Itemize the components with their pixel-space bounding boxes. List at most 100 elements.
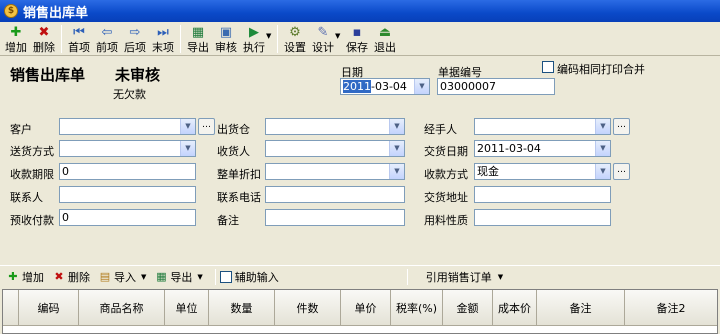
chevron-down-icon[interactable]: ▼ — [389, 141, 404, 156]
add-icon: ✚ — [10, 25, 22, 40]
material-nature-field[interactable] — [474, 209, 611, 226]
grid-header-code[interactable]: 编码 — [19, 290, 79, 325]
grid-header-unit[interactable]: 单位 — [165, 290, 209, 325]
audit-status: 未审核 — [115, 66, 161, 84]
header-form: 销售出库单 未审核 无欠款 日期 2011-03-04 ▼ 单据编号 03000… — [0, 57, 720, 264]
delivery-date-value: 2011-03-04 — [477, 142, 541, 155]
delivery-address-label: 交货地址 — [424, 191, 468, 204]
export-button[interactable]: ▦ 导出 — [184, 22, 212, 55]
export-icon: ▦ — [191, 25, 205, 40]
audit-label: 审核 — [215, 41, 237, 54]
receiver-combo[interactable]: ▼ — [265, 140, 405, 157]
toolbar-separator — [180, 25, 181, 53]
merge-print-label: 编码相同打印合并 — [557, 63, 645, 76]
delete-button[interactable]: ✖ 删除 — [30, 22, 58, 55]
grid-header-remark2[interactable]: 备注2 — [625, 290, 717, 325]
customer-label: 客户 — [10, 123, 32, 136]
grid-header-cost-price[interactable]: 成本价 — [493, 290, 537, 325]
chevron-down-icon[interactable]: ▼ — [595, 119, 610, 134]
settings-icon: ⚙ — [289, 25, 301, 40]
add-button[interactable]: ✚ 增加 — [2, 22, 30, 55]
delete-label: 删除 — [33, 41, 55, 54]
chevron-down-icon[interactable]: ▼ — [389, 119, 404, 134]
ref-sales-order-label: 引用销售订单 — [425, 270, 492, 284]
chevron-down-icon[interactable]: ▼ — [595, 164, 610, 179]
first-label: 首项 — [68, 41, 90, 54]
grid-header-tax-rate[interactable]: 税率(%) — [391, 290, 443, 325]
grid-header-unit-price[interactable]: 单价 — [341, 290, 391, 325]
chevron-down-icon[interactable]: ▼ — [414, 79, 429, 94]
save-button[interactable]: ▪ 保存 — [343, 22, 371, 55]
grid-header-product-name[interactable]: 商品名称 — [79, 290, 165, 325]
prev-button[interactable]: ⇦ 前项 — [93, 22, 121, 55]
warehouse-label: 出货仓 — [217, 123, 250, 136]
assist-input-toggle[interactable]: 辅助输入 — [219, 269, 279, 285]
last-button[interactable]: ⏭ 末项 — [149, 22, 177, 55]
design-icon: ✎ — [317, 25, 329, 40]
save-label: 保存 — [346, 41, 368, 54]
discount-combo[interactable]: ▼ — [265, 163, 405, 180]
design-dropdown-icon[interactable]: ▼ — [335, 22, 343, 40]
grid-header-indicator — [3, 290, 19, 325]
detail-import-button[interactable]: ▤ 导入 ▼ — [98, 269, 147, 285]
detail-add-label: 增加 — [22, 270, 44, 284]
delivery-date-picker[interactable]: 2011-03-04 ▼ — [474, 140, 611, 157]
remark-field[interactable] — [265, 209, 405, 226]
chevron-down-icon[interactable]: ▼ — [180, 119, 195, 134]
design-button[interactable]: ✎ 设计 — [309, 22, 337, 55]
detail-toolbar: ✚ 增加 ✖ 删除 ▤ 导入 ▼ ▦ 导出 ▼ 辅助输入 引用销售订单 ▼ — [0, 265, 720, 287]
grid-header-amount[interactable]: 金额 — [443, 290, 493, 325]
customer-combo[interactable]: ▼ — [59, 118, 196, 135]
phone-field[interactable] — [265, 186, 405, 203]
title-bar: $ 销售出库单 — [0, 0, 720, 22]
grid-header-quantity[interactable]: 数量 — [209, 290, 275, 325]
customer-lookup-button[interactable]: … — [198, 118, 215, 135]
payment-term-field[interactable]: 0 — [59, 163, 196, 180]
contact-field[interactable] — [59, 186, 196, 203]
payment-method-combo[interactable]: 现金 ▼ — [474, 163, 611, 180]
docno-field[interactable]: 03000007 — [437, 78, 555, 95]
delivery-address-field[interactable] — [474, 186, 611, 203]
ref-sales-order-button[interactable]: 引用销售订单 ▼ — [426, 269, 503, 285]
detail-export-button[interactable]: ▦ 导出 ▼ — [154, 269, 203, 285]
chevron-down-icon[interactable]: ▼ — [595, 141, 610, 156]
detail-import-label: 导入 — [114, 270, 136, 284]
chevron-down-icon[interactable]: ▼ — [498, 273, 503, 281]
toolbar-separator — [277, 25, 278, 53]
grid-header-pieces[interactable]: 件数 — [275, 290, 341, 325]
handler-lookup-button[interactable]: … — [613, 118, 630, 135]
first-button[interactable]: ⏮ 首项 — [65, 22, 93, 55]
execute-button[interactable]: ▶ 执行 — [240, 22, 268, 55]
execute-dropdown-icon[interactable]: ▼ — [266, 22, 274, 40]
audit-button[interactable]: ▣ 审核 — [212, 22, 240, 55]
merge-print-checkbox[interactable] — [542, 61, 554, 73]
shipping-method-combo[interactable]: ▼ — [59, 140, 196, 157]
contact-label: 联系人 — [10, 191, 43, 204]
import-dropdown-icon[interactable]: ▼ — [141, 273, 146, 281]
date-picker[interactable]: 2011-03-04 ▼ — [340, 78, 430, 95]
detail-delete-button[interactable]: ✖ 删除 — [52, 269, 90, 285]
payment-status: 无欠款 — [113, 88, 146, 101]
prepaid-field[interactable]: 0 — [59, 209, 196, 226]
save-icon: ▪ — [352, 25, 362, 40]
handler-combo[interactable]: ▼ — [474, 118, 611, 135]
settings-button[interactable]: ⚙ 设置 — [281, 22, 309, 55]
chevron-down-icon[interactable]: ▼ — [389, 164, 404, 179]
remark-label: 备注 — [217, 214, 239, 227]
detail-grid[interactable]: 编码 商品名称 单位 数量 件数 单价 税率(%) 金额 成本价 备注 备注2 — [2, 289, 718, 334]
payment-method-lookup-button[interactable]: … — [613, 163, 630, 180]
next-button[interactable]: ⇨ 后项 — [121, 22, 149, 55]
warehouse-combo[interactable]: ▼ — [265, 118, 405, 135]
export-dropdown-icon[interactable]: ▼ — [197, 273, 202, 281]
payment-term-label: 收款期限 — [10, 168, 54, 181]
chevron-down-icon[interactable]: ▼ — [180, 141, 195, 156]
exit-button[interactable]: ⏏ 退出 — [371, 22, 399, 55]
arrow-right-icon: ⇨ — [129, 25, 141, 40]
last-record-icon: ⏭ — [157, 25, 169, 40]
detail-add-button[interactable]: ✚ 增加 — [6, 269, 44, 285]
grid-header-remark[interactable]: 备注 — [537, 290, 625, 325]
assist-input-checkbox[interactable] — [219, 270, 232, 283]
app-icon: $ — [4, 4, 18, 18]
next-label: 后项 — [124, 41, 146, 54]
delete-icon: ✖ — [38, 25, 50, 40]
